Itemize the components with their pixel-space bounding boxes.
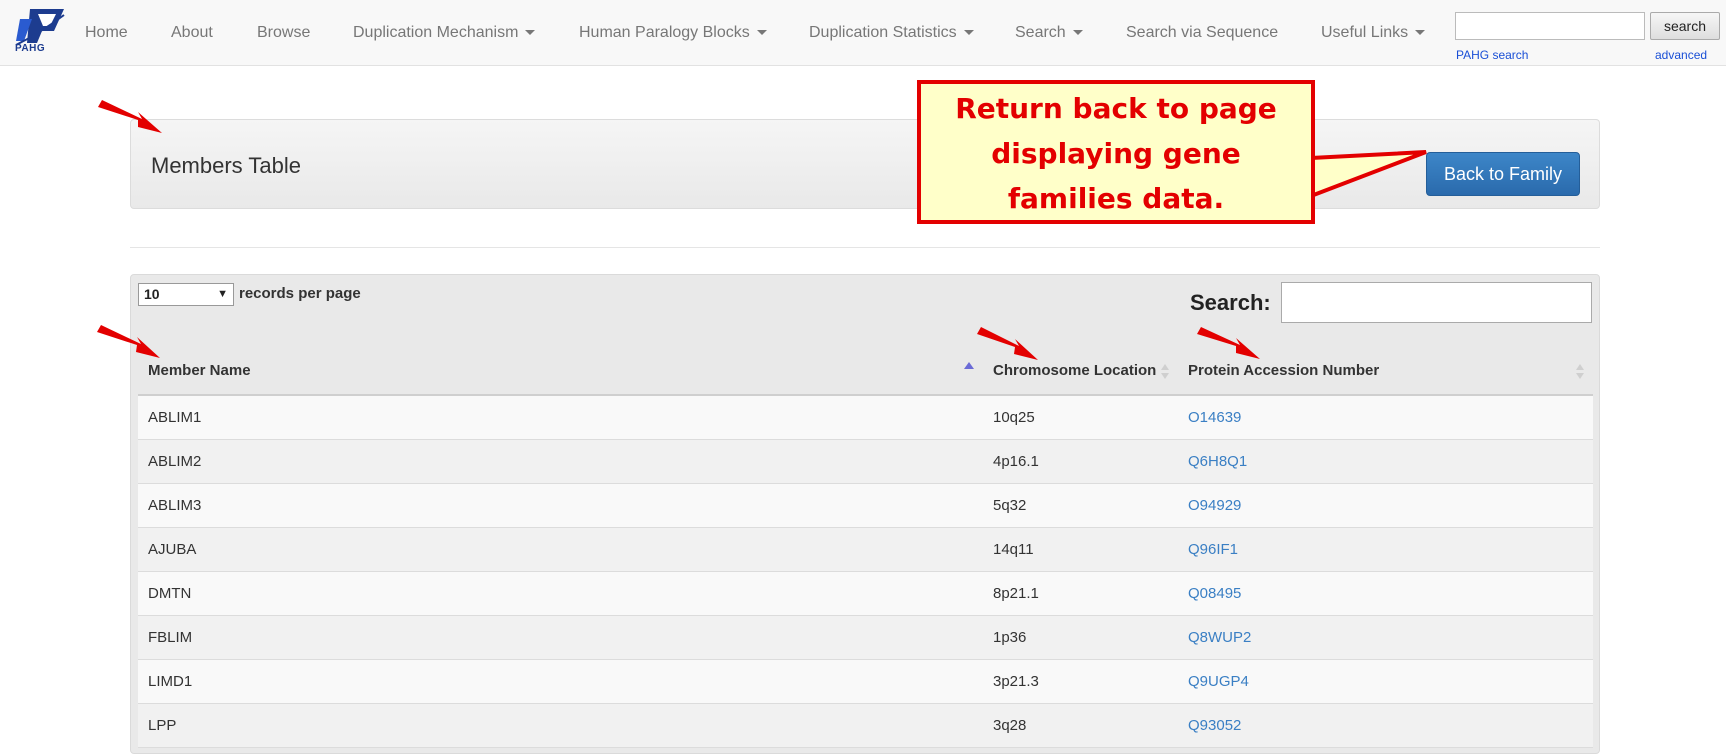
caret-down-icon: [756, 30, 767, 36]
protein-accession-link[interactable]: O14639: [1188, 409, 1241, 426]
table-row: LIMD1 3p21.3 Q9UGP4: [138, 660, 1593, 704]
nav-duplication-mechanism-label: Duplication Mechanism: [353, 24, 519, 41]
site-search-input[interactable]: [1455, 12, 1645, 40]
member-name-cell: AJUBA: [148, 541, 197, 558]
annotation-callout: Return back to page displaying gene fami…: [917, 80, 1315, 224]
callout-line: families data.: [1007, 182, 1225, 215]
members-table-panel: Members Table: [130, 119, 1600, 209]
nav-search-label: Search: [1015, 24, 1066, 41]
protein-accession-link[interactable]: Q6H8Q1: [1188, 453, 1247, 470]
protein-accession-link[interactable]: Q08495: [1188, 585, 1241, 602]
table-row: ABLIM1 10q25 O14639: [138, 396, 1593, 440]
sort-ascending-icon: [964, 362, 974, 369]
nav-home-label: Home: [85, 24, 128, 41]
member-name-cell: ABLIM2: [148, 453, 202, 470]
chromosome-location-cell: 10q25: [993, 409, 1035, 426]
protein-accession-link[interactable]: O94929: [1188, 497, 1241, 514]
chromosome-location-cell: 3q28: [993, 717, 1027, 734]
nav-browse[interactable]: Browse: [257, 24, 310, 42]
caret-down-icon: [525, 30, 536, 36]
member-name-cell: ABLIM3: [148, 497, 202, 514]
table-row: AJUBA 14q11 Q96IF1: [138, 528, 1593, 572]
chromosome-location-cell: 4p16.1: [993, 453, 1039, 470]
chromosome-location-cell: 1p36: [993, 629, 1027, 646]
column-header-member-name[interactable]: Member Name: [148, 362, 251, 379]
column-header-protein-accession[interactable]: Protein Accession Number: [1188, 362, 1379, 379]
table-search-input[interactable]: [1281, 282, 1592, 323]
nav-search[interactable]: Search: [1015, 24, 1083, 42]
page-title: Members Table: [151, 153, 301, 178]
chromosome-location-cell: 8p21.1: [993, 585, 1039, 602]
nav-duplication-statistics[interactable]: Duplication Statistics: [809, 24, 974, 42]
site-search-button[interactable]: search: [1650, 12, 1720, 40]
caret-down-icon: [1072, 30, 1083, 36]
divider: [130, 247, 1600, 248]
caret-down-icon: [1415, 30, 1426, 36]
chromosome-location-cell: 5q32: [993, 497, 1027, 514]
table-row: LPP 3q28 Q93052: [138, 704, 1593, 748]
table-search-label: Search:: [1190, 290, 1271, 315]
nav-browse-label: Browse: [257, 24, 311, 41]
table-row: FBLIM 1p36 Q8WUP2: [138, 616, 1593, 660]
nav-about[interactable]: About: [171, 24, 213, 42]
nav-search-via-sequence-label: Search via Sequence: [1126, 24, 1279, 41]
nav-duplication-mechanism[interactable]: Duplication Mechanism: [353, 24, 536, 42]
table-row: DMTN 8p21.1 Q08495: [138, 572, 1593, 616]
nav-human-paralogy-blocks-label: Human Paralogy Blocks: [579, 24, 750, 41]
pahg-search-link[interactable]: PAHG search: [1456, 48, 1528, 62]
protein-accession-link[interactable]: Q93052: [1188, 717, 1241, 734]
member-name-cell: ABLIM1: [148, 409, 202, 426]
column-header-chromosome-location[interactable]: Chromosome Location: [993, 362, 1156, 379]
table-row: ABLIM3 5q32 O94929: [138, 484, 1593, 528]
records-per-page-select[interactable]: 10 ▼: [138, 283, 234, 306]
member-name-cell: LIMD1: [148, 673, 193, 690]
member-name-cell: DMTN: [148, 585, 192, 602]
caret-down-icon: [963, 30, 974, 36]
advanced-search-link[interactable]: advanced: [1655, 48, 1707, 62]
nav-duplication-statistics-label: Duplication Statistics: [809, 24, 957, 41]
top-navbar: PAHG Home About Browse Duplication Mecha…: [0, 0, 1726, 66]
callout-line: displaying gene: [991, 137, 1241, 170]
dropdown-arrow-icon: ▼: [217, 288, 228, 300]
sort-both-icon: [1576, 364, 1584, 380]
back-to-family-button[interactable]: Back to Family: [1426, 152, 1580, 196]
protein-accession-link[interactable]: Q9UGP4: [1188, 673, 1249, 690]
logo-text: PAHG: [15, 43, 46, 54]
member-name-cell: FBLIM: [148, 629, 193, 646]
callout-line: Return back to page: [955, 92, 1277, 125]
member-name-cell: LPP: [148, 717, 177, 734]
protein-accession-link[interactable]: Q8WUP2: [1188, 629, 1251, 646]
sort-both-icon: [1161, 364, 1169, 380]
protein-accession-link[interactable]: Q96IF1: [1188, 541, 1238, 558]
chromosome-location-cell: 14q11: [993, 541, 1034, 558]
nav-search-via-sequence[interactable]: Search via Sequence: [1126, 24, 1278, 42]
table-row: ABLIM2 4p16.1 Q6H8Q1: [138, 440, 1593, 484]
nav-human-paralogy-blocks[interactable]: Human Paralogy Blocks: [579, 24, 767, 42]
nav-home[interactable]: Home: [85, 24, 128, 42]
records-per-page-value: 10: [144, 286, 160, 302]
nav-useful-links[interactable]: Useful Links: [1321, 24, 1426, 42]
records-per-page-label: records per page: [239, 285, 361, 302]
chromosome-location-cell: 3p21.3: [993, 673, 1039, 690]
nav-useful-links-label: Useful Links: [1321, 24, 1409, 41]
nav-about-label: About: [171, 24, 213, 41]
